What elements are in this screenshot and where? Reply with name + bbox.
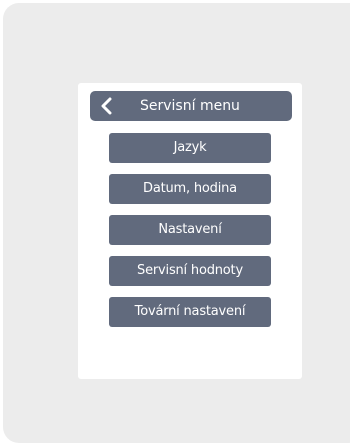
service-values-button[interactable]: Servisní hodnoty (109, 256, 271, 286)
date-time-button[interactable]: Datum, hodina (109, 174, 271, 204)
device-frame: Servisní menu Jazyk Datum, hodina Nastav… (3, 3, 350, 443)
settings-button[interactable]: Nastavení (109, 215, 271, 245)
menu-screen: Servisní menu Jazyk Datum, hodina Nastav… (78, 83, 302, 379)
chevron-left-icon[interactable] (99, 97, 115, 115)
menu-header: Servisní menu (90, 91, 292, 121)
page-title: Servisní menu (140, 98, 240, 114)
language-button[interactable]: Jazyk (109, 133, 271, 163)
service-menu-list: Jazyk Datum, hodina Nastavení Servisní h… (109, 133, 271, 338)
factory-settings-button[interactable]: Tovární nastavení (109, 297, 271, 327)
